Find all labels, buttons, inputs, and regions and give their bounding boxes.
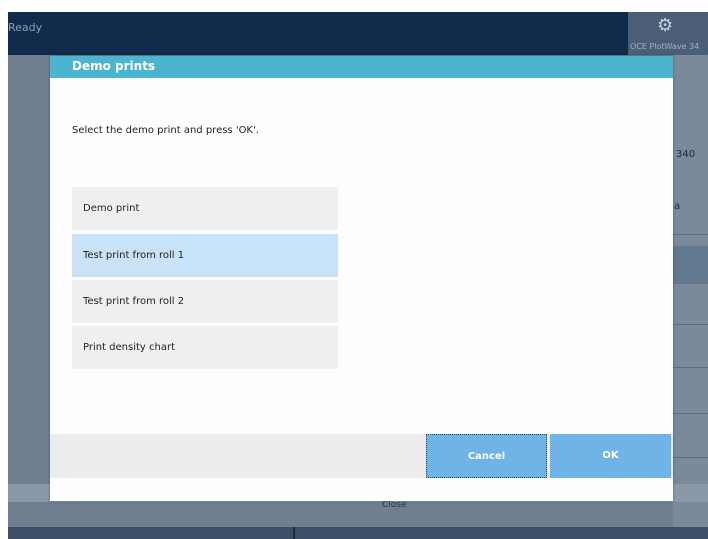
dialog-header: Demo prints [50,56,673,78]
background-text-340: 340 [676,149,696,160]
printer-name: OCE PlotWave 34 [630,42,700,51]
option-label: Print density chart [83,342,176,353]
background-strip [673,246,708,284]
option-demo-print[interactable]: Demo print [72,187,338,230]
gear-icon: ⚙ [657,15,674,36]
background-divider [673,457,708,458]
cancel-button[interactable]: Cancel [426,434,547,478]
demo-prints-dialog: Demo prints Select the demo print and pr… [50,56,673,501]
option-label: Test print from roll 2 [83,296,185,307]
option-print-density-chart[interactable]: Print density chart [72,326,338,369]
close-button[interactable]: Close [382,500,407,510]
status-text: Ready [8,21,43,34]
printer-settings-tab[interactable]: ⚙ OCE PlotWave 34 [628,12,708,55]
dialog-instruction: Select the demo print and press 'OK'. [72,125,259,136]
background-divider [673,234,708,235]
background-text-a: a [674,201,681,212]
option-test-print-roll-1[interactable]: Test print from roll 1 [72,234,338,277]
footer-divider [293,527,295,539]
background-right-panel [673,55,708,539]
ok-button[interactable]: OK [550,434,671,478]
option-test-print-roll-2[interactable]: Test print from roll 2 [72,280,338,323]
background-divider [673,413,708,414]
background-divider [673,367,708,368]
top-bar: Ready ⚙ OCE PlotWave 34 [8,12,708,55]
option-label: Test print from roll 1 [83,250,185,261]
option-label: Demo print [83,203,140,214]
background-divider [673,324,708,325]
dialog-footer: Cancel OK [50,434,673,478]
background-footer [8,527,708,539]
dialog-title: Demo prints [72,59,156,73]
